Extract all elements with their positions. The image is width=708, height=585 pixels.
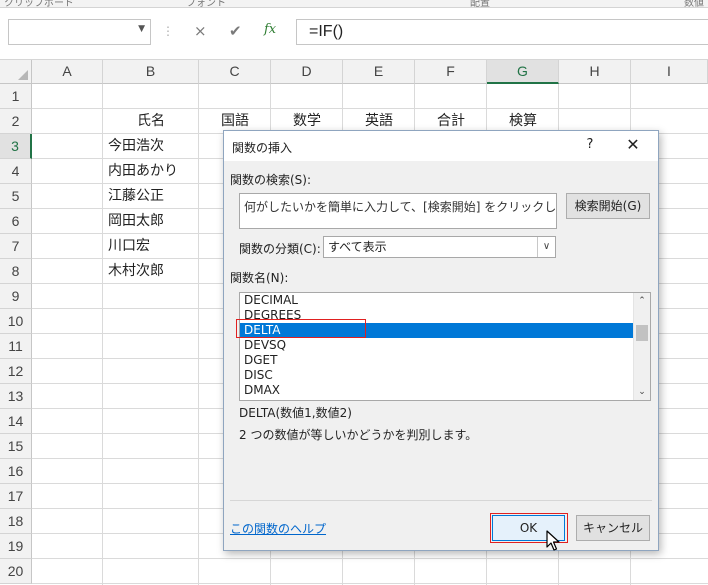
category-label: 関数の分類(C): (239, 242, 321, 256)
ribbon-group-clipboard: クリップボード (4, 0, 74, 8)
insert-function-icon[interactable]: fx (264, 22, 276, 37)
row-header[interactable]: 5 (0, 184, 32, 209)
name-box[interactable]: ▼ (8, 19, 151, 45)
function-name-label: 関数名(N): (230, 271, 289, 285)
cell-b7[interactable]: 川口宏 (108, 234, 198, 259)
formula-bar-resize-handle[interactable]: ⋮ (162, 24, 174, 38)
formula-bar-icons: × ✔ fx (176, 19, 294, 45)
function-list[interactable]: DECIMAL DEGREES DELTA DEVSQ DGET DISC DM… (239, 292, 651, 401)
function-list-item[interactable]: DISC (240, 368, 633, 383)
select-all-corner[interactable] (0, 60, 32, 84)
gridline (102, 84, 103, 585)
formula-bar: ▼ ⋮ × ✔ fx =IF() (0, 8, 708, 60)
row-header[interactable]: 16 (0, 459, 32, 484)
column-header-b[interactable]: B (103, 60, 199, 84)
selection-highlight-box (236, 319, 366, 338)
search-start-button[interactable]: 検索開始(G) (566, 193, 650, 219)
ribbon-group-number: 数値 (684, 0, 704, 8)
function-search-input[interactable]: 何がしたいかを簡単に入力して、[検索開始] をクリックしてください。 (239, 193, 557, 229)
row-header[interactable]: 4 (0, 159, 32, 184)
row-header[interactable]: 17 (0, 484, 32, 509)
ribbon-group-labels: クリップボード フォント 配置 数値 (0, 0, 708, 8)
help-button[interactable]: ? (582, 137, 598, 152)
formula-input[interactable]: =IF() (296, 19, 708, 45)
search-label: 関数の検索(S): (230, 173, 312, 187)
function-list-item[interactable]: DEVSQ (240, 338, 633, 353)
ribbon-group-font: フォント (186, 0, 226, 8)
row-header[interactable]: 8 (0, 259, 32, 284)
chevron-down-icon[interactable]: ▼ (138, 24, 145, 34)
column-header-e[interactable]: E (343, 60, 415, 84)
column-header-h[interactable]: H (559, 60, 631, 84)
row-header[interactable]: 3 (0, 134, 32, 159)
row-header[interactable]: 18 (0, 509, 32, 534)
dialog-title-bar[interactable]: 関数の挿入 ? ✕ (224, 131, 658, 161)
cell-b8[interactable]: 木村次郎 (108, 259, 198, 284)
row-header[interactable]: 12 (0, 359, 32, 384)
category-value: すべて表示 (328, 240, 387, 254)
cell-b4[interactable]: 内田あかり (108, 159, 198, 184)
function-list-item[interactable]: DGET (240, 353, 633, 368)
row-header[interactable]: 19 (0, 534, 32, 559)
column-header-g[interactable]: G (487, 60, 559, 84)
list-scrollbar[interactable]: ⌃ ⌄ (633, 293, 650, 400)
function-list-item[interactable]: DECIMAL (240, 293, 633, 308)
row-header[interactable]: 1 (0, 84, 32, 109)
row-header[interactable]: 14 (0, 409, 32, 434)
column-header-f[interactable]: F (415, 60, 487, 84)
cell-b3[interactable]: 今田浩次 (108, 134, 198, 159)
close-button[interactable]: ✕ (624, 135, 642, 154)
cell-b2[interactable]: 氏名 (103, 109, 199, 134)
column-header-a[interactable]: A (32, 60, 103, 84)
gridline (32, 583, 708, 584)
row-header[interactable]: 20 (0, 559, 32, 584)
insert-function-dialog: 関数の挿入 ? ✕ 関数の検索(S): 何がしたいかを簡単に入力して、[検索開始… (223, 130, 659, 551)
row-header[interactable]: 6 (0, 209, 32, 234)
category-select[interactable]: すべて表示 ∨ (323, 236, 556, 258)
chevron-down-icon[interactable]: ∨ (537, 237, 555, 257)
column-header-i[interactable]: I (631, 60, 708, 84)
cell-b5[interactable]: 江藤公正 (108, 184, 198, 209)
function-syntax: DELTA(数値1,数値2) (239, 406, 352, 420)
function-help-link[interactable]: この関数のヘルプ (230, 520, 326, 537)
row-header[interactable]: 7 (0, 234, 32, 259)
column-header-c[interactable]: C (199, 60, 271, 84)
select-all-triangle-icon (18, 70, 28, 80)
row-header[interactable]: 11 (0, 334, 32, 359)
function-list-item[interactable]: DMAX (240, 383, 633, 398)
enter-icon[interactable]: ✔ (229, 22, 242, 40)
row-header[interactable]: 13 (0, 384, 32, 409)
cell-b6[interactable]: 岡田太郎 (108, 209, 198, 234)
cancel-icon[interactable]: × (194, 22, 207, 40)
gridline (32, 558, 708, 559)
mouse-cursor-icon (546, 530, 560, 551)
row-header[interactable]: 9 (0, 284, 32, 309)
row-header[interactable]: 10 (0, 309, 32, 334)
scrollbar-thumb[interactable] (636, 325, 648, 341)
row-header[interactable]: 15 (0, 434, 32, 459)
row-header[interactable]: 2 (0, 109, 32, 134)
dialog-divider (230, 500, 652, 501)
dialog-title: 関数の挿入 (232, 141, 293, 155)
column-header-d[interactable]: D (271, 60, 343, 84)
scroll-up-icon[interactable]: ⌃ (634, 293, 650, 309)
ribbon-group-alignment: 配置 (470, 0, 490, 8)
scroll-down-icon[interactable]: ⌄ (634, 384, 650, 400)
gridline (198, 84, 199, 585)
function-description: 2 つの数値が等しいかどうかを判別します。 (239, 428, 478, 442)
cancel-button[interactable]: キャンセル (576, 515, 650, 541)
